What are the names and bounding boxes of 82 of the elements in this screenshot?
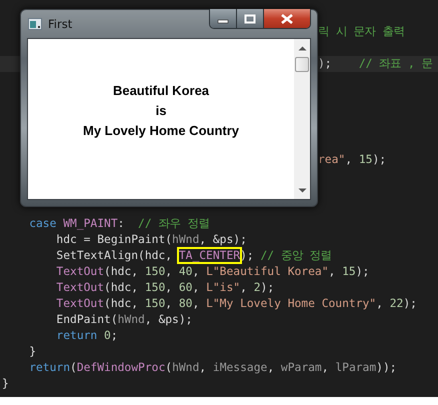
code-text: , xyxy=(165,265,174,278)
code-text: ); xyxy=(318,57,333,70)
code-text: : xyxy=(118,217,126,230)
window-title: First xyxy=(48,17,74,31)
code-comment: // 좌우 정렬 xyxy=(138,217,210,230)
code-text: L"My Lovely Home Country" xyxy=(206,297,376,310)
code-text: ); xyxy=(356,265,370,278)
code-comment: // 좌표 , 문 xyxy=(358,57,433,70)
code-text: ); xyxy=(372,153,386,166)
code-text: ; xyxy=(110,329,118,342)
code-comment: // 중앙 정렬 xyxy=(260,249,332,262)
code-text: , xyxy=(165,297,174,310)
code-text: 2 xyxy=(254,281,261,294)
code-text: , xyxy=(192,297,200,310)
code-text: TextOut xyxy=(55,265,104,278)
code-text: 150 xyxy=(144,265,166,278)
code-text: case xyxy=(28,217,58,230)
code-text: hdc = BeginPaint( xyxy=(55,233,172,246)
code-text: , xyxy=(165,281,174,294)
code-text: SetTextAlign(hdc, xyxy=(55,249,174,262)
code-text: , xyxy=(267,361,276,374)
code-text: ( xyxy=(165,361,172,374)
code-text: EndPaint( xyxy=(55,313,118,326)
code-text: lParam xyxy=(335,361,376,374)
code-text: DefWindowProc xyxy=(76,361,166,374)
code-text: , xyxy=(322,361,330,374)
output-text: is xyxy=(156,102,166,120)
code-text: ( xyxy=(70,361,77,374)
code-text: (hdc, xyxy=(104,281,140,294)
code-text: 22 xyxy=(390,297,404,310)
code-text: , xyxy=(376,297,384,310)
code-text: 15 xyxy=(342,265,356,278)
code-text: } xyxy=(28,345,36,358)
code-text: , xyxy=(199,361,208,374)
minimize-button[interactable] xyxy=(210,9,237,28)
code-text: L"is" xyxy=(206,281,240,294)
code-text: , xyxy=(192,281,200,294)
code-text: , xyxy=(345,153,354,166)
code-text: wParam xyxy=(280,361,322,374)
code-text: 40 xyxy=(178,265,192,278)
code-text: } xyxy=(2,377,9,390)
code-text: 80 xyxy=(178,297,192,310)
code-text: TextOut xyxy=(55,281,104,294)
code-text: , xyxy=(240,281,248,294)
code-text: hWnd xyxy=(172,233,200,246)
code-text: L"Beautiful Korea" xyxy=(206,265,329,278)
scroll-down-icon[interactable] xyxy=(298,188,306,193)
code-text: return xyxy=(55,329,98,342)
code-text: , &ps); xyxy=(199,233,247,246)
maximize-button[interactable] xyxy=(237,9,264,28)
code-text: 150 xyxy=(144,297,166,310)
scrollbar[interactable] xyxy=(294,39,310,199)
code-text: , &ps); xyxy=(144,313,192,326)
code-text: TextOut xyxy=(55,297,104,310)
code-text: ); xyxy=(260,281,274,294)
code-comment: 릭 시 문자 출력 xyxy=(318,25,404,38)
scroll-thumb[interactable] xyxy=(295,57,309,72)
scroll-up-icon[interactable] xyxy=(298,46,306,51)
output-text: Beautiful Korea xyxy=(112,82,210,100)
maximize-icon xyxy=(244,14,256,24)
code-text: , xyxy=(192,265,200,278)
code-text: 15 xyxy=(358,153,372,166)
window-icon xyxy=(28,18,42,30)
output-text: My Lovely Home Country xyxy=(82,122,240,140)
code-text: , xyxy=(328,265,336,278)
code-text: ); xyxy=(240,249,255,262)
close-icon xyxy=(280,14,294,24)
code-text: 150 xyxy=(144,281,166,294)
code-text: 0 xyxy=(104,329,111,342)
code-text: )); xyxy=(376,361,397,374)
close-button[interactable] xyxy=(264,9,310,28)
code-text: rea" xyxy=(318,153,346,166)
code-text: (hdc, xyxy=(104,265,140,278)
code-text: (hdc, xyxy=(104,297,140,310)
code-text: WM_PAINT xyxy=(63,217,118,230)
code-text: hWnd xyxy=(172,361,200,374)
code-text: 60 xyxy=(178,281,192,294)
code-text: iMessage xyxy=(212,361,268,374)
code-text: hWnd xyxy=(118,313,145,326)
code-text: return xyxy=(28,361,70,374)
code-text: ); xyxy=(403,297,417,310)
code-text: TA_CENTER xyxy=(178,249,240,262)
